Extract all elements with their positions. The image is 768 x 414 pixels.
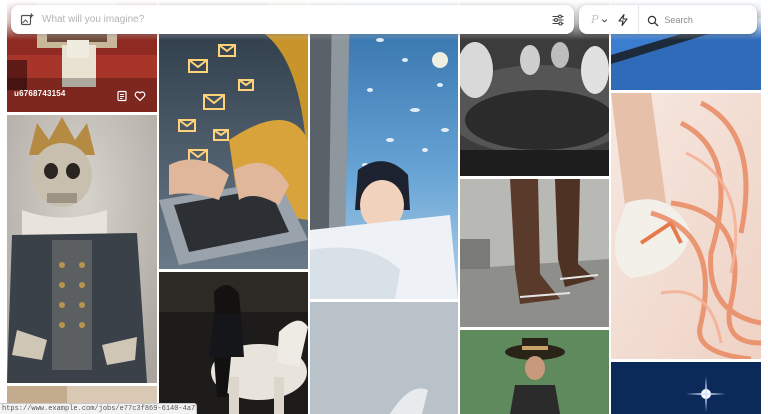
skeleton-king-art [7, 115, 157, 383]
status-url: htps://www.example.com/jobs/e77c3f869-61… [0, 403, 197, 414]
feed-column-3 [310, 0, 458, 414]
woman-hat-art [460, 330, 609, 414]
feed-column-1 [7, 0, 157, 414]
sliders-icon[interactable] [551, 13, 565, 27]
horse-rider-art [159, 272, 308, 414]
feed-image-skeleton-king[interactable] [7, 115, 157, 383]
feed-image-sneaker-ribbons[interactable] [611, 93, 761, 359]
feed-image-horse-rider[interactable] [159, 272, 308, 414]
feed-column-4 [460, 0, 609, 414]
mode-search-group: P [579, 5, 757, 34]
feed-image-night-star[interactable] [611, 362, 761, 414]
feed-column-5 [611, 0, 761, 414]
heels-art [460, 179, 609, 327]
prompt-bar [11, 5, 574, 34]
night-star-art [611, 362, 761, 414]
search-icon [647, 14, 659, 26]
chevron-down-icon [601, 11, 608, 29]
heart-icon[interactable] [134, 89, 146, 102]
tile-actions [116, 89, 146, 102]
document-icon[interactable] [116, 89, 128, 102]
prompt-input[interactable] [42, 9, 551, 30]
feed-image-gray-sky[interactable] [310, 302, 458, 414]
mode-dropdown[interactable]: P [591, 10, 608, 30]
bolt-icon[interactable] [616, 13, 630, 27]
sneaker-ribbons-art [611, 93, 761, 359]
divider [638, 5, 640, 34]
feed-image-woman-hat[interactable] [460, 330, 609, 414]
tile-username[interactable]: u6768743154 [14, 89, 66, 98]
feed-image-heels[interactable] [460, 179, 609, 327]
mode-glyph: P [591, 13, 599, 26]
top-bar: P [0, 0, 768, 46]
feed-column-2 [159, 0, 308, 414]
gray-sky-art [310, 302, 458, 414]
add-image-icon[interactable] [20, 13, 34, 27]
search-input[interactable] [664, 14, 753, 25]
